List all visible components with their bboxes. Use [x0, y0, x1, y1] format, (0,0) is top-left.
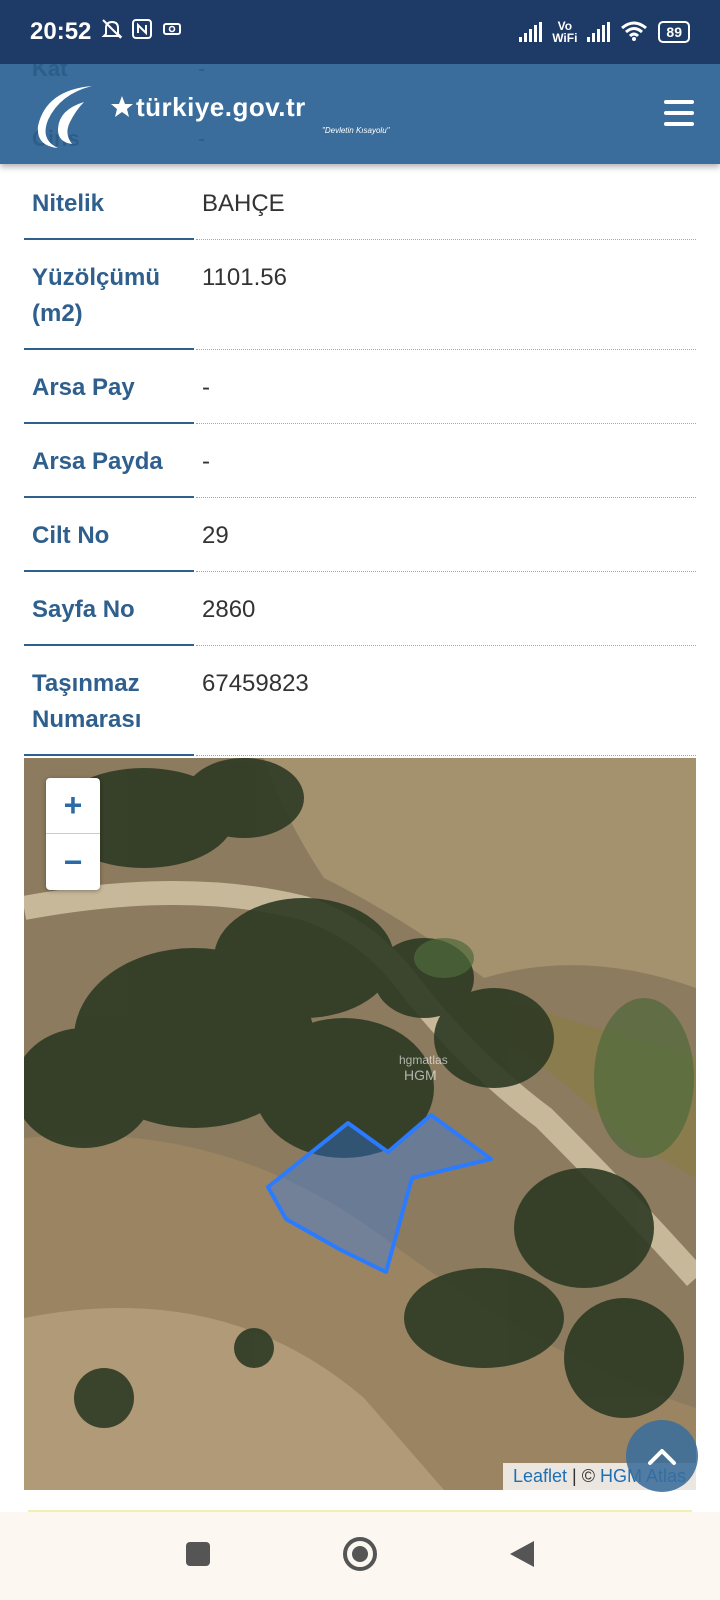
table-row: Cilt No 29 — [24, 498, 696, 572]
back-icon[interactable] — [508, 1539, 536, 1574]
battery-indicator: 89 — [658, 21, 690, 43]
wifi-icon — [620, 20, 648, 45]
signal-icon — [519, 22, 543, 42]
table-row: Taşınmaz Numarası 67459823 — [24, 646, 696, 756]
table-row: Yüzölçümü (m2) 1101.56 — [24, 240, 696, 350]
scroll-to-top-button[interactable] — [626, 1420, 698, 1492]
table-row: Nitelik BAHÇE — [24, 166, 696, 240]
chevron-up-icon — [648, 1449, 676, 1465]
status-time: 20:52 — [30, 18, 92, 45]
nfc-icon — [131, 18, 153, 46]
crescent-star-icon — [37, 86, 133, 148]
detail-value: 67459823 — [196, 646, 696, 756]
map-watermark-2: HGM — [404, 1067, 437, 1083]
home-icon[interactable] — [342, 1536, 378, 1577]
detail-label: Yüzölçümü (m2) — [24, 240, 194, 350]
parcel-map[interactable]: hgmatlas HGM + − Leaflet | © HGM Atlas — [24, 758, 696, 1490]
detail-value: BAHÇE — [196, 166, 696, 240]
menu-icon[interactable] — [664, 100, 694, 126]
alarm-icon — [161, 18, 183, 46]
detail-value: 2860 — [196, 572, 696, 646]
brand-name: türkiye.gov.tr — [136, 91, 306, 122]
detail-value: - — [196, 350, 696, 424]
signal-icon-2 — [587, 22, 611, 42]
detail-label: Arsa Payda — [24, 424, 194, 498]
detail-value: 1101.56 — [196, 240, 696, 350]
leaflet-link[interactable]: Leaflet — [513, 1466, 567, 1486]
detail-label: Cilt No — [24, 498, 194, 572]
satellite-imagery: hgmatlas HGM — [24, 758, 696, 1490]
detail-label: Nitelik — [24, 166, 194, 240]
site-header: Kat - Cins - türkiye.gov.tr "Devletin Kı… — [0, 56, 720, 164]
system-navigation-bar — [0, 1512, 720, 1600]
table-row: Sayfa No 2860 — [24, 572, 696, 646]
table-row: Arsa Payda - — [24, 424, 696, 498]
map-watermark: hgmatlas — [399, 1053, 448, 1067]
notifications-off-icon — [101, 18, 123, 46]
vowifi-icon: Vo WiFi — [552, 19, 578, 45]
brand-slogan: "Devletin Kısayolu" — [322, 126, 390, 135]
detail-label: Taşınmaz Numarası — [24, 646, 194, 756]
turkiye-gov-logo[interactable]: türkiye.gov.tr "Devletin Kısayolu" — [32, 74, 390, 154]
detail-label: Sayfa No — [24, 572, 194, 646]
table-row: Arsa Pay - — [24, 350, 696, 424]
zoom-control: + − — [46, 778, 100, 890]
recents-icon[interactable] — [184, 1540, 212, 1573]
zoom-in-button[interactable]: + — [46, 778, 100, 834]
status-bar: 20:52 Vo WiFi 89 — [0, 0, 720, 64]
detail-value: - — [196, 424, 696, 498]
detail-label: Arsa Pay — [24, 350, 194, 424]
property-details-table: Nitelik BAHÇE Yüzölçümü (m2) 1101.56 Ars… — [24, 166, 696, 756]
detail-value: 29 — [196, 498, 696, 572]
zoom-out-button[interactable]: − — [46, 834, 100, 890]
